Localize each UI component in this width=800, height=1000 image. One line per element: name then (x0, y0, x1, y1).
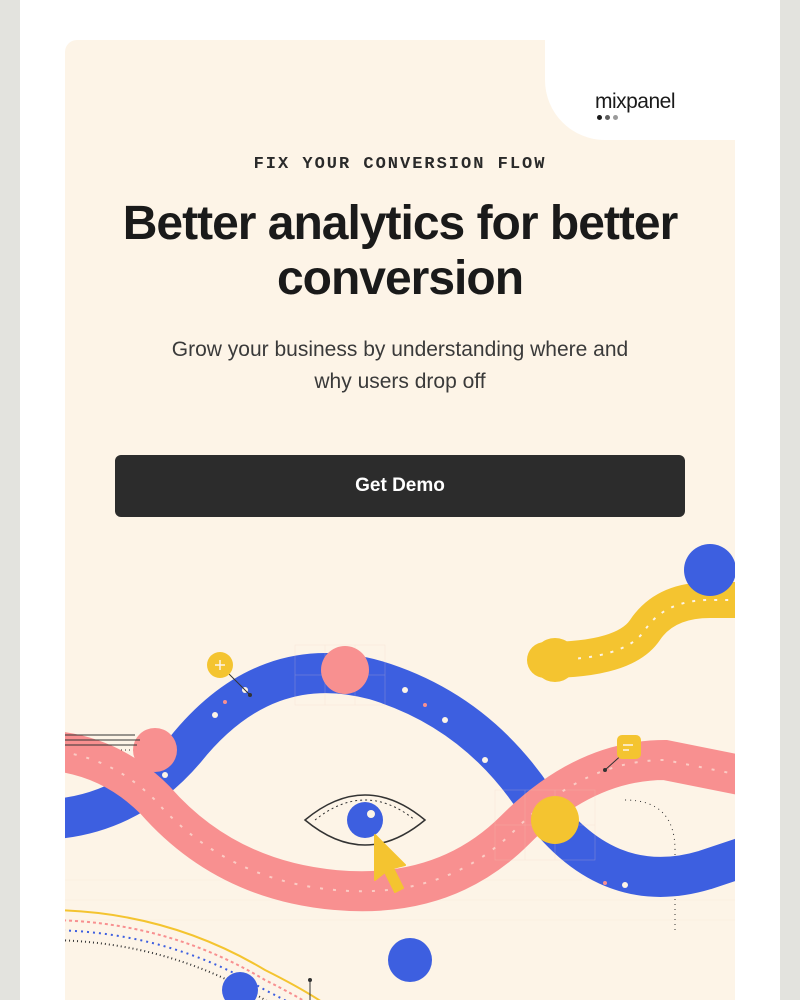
get-demo-button[interactable]: Get Demo (115, 455, 685, 517)
eyebrow-text: FIX YOUR CONVERSION FLOW (105, 155, 695, 174)
headline: Better analytics for better conversion (105, 196, 695, 306)
hero-card: mixpanel FIX YOUR CONVERSION FLOW Better… (65, 40, 735, 1000)
logo-dots-icon (597, 115, 675, 120)
brand-logo: mixpanel (595, 90, 675, 120)
eye-icon (305, 795, 425, 845)
subheadline: Grow your business by understanding wher… (105, 334, 695, 397)
brand-name: mixpanel (595, 90, 675, 114)
flow-illustration (65, 540, 735, 1000)
